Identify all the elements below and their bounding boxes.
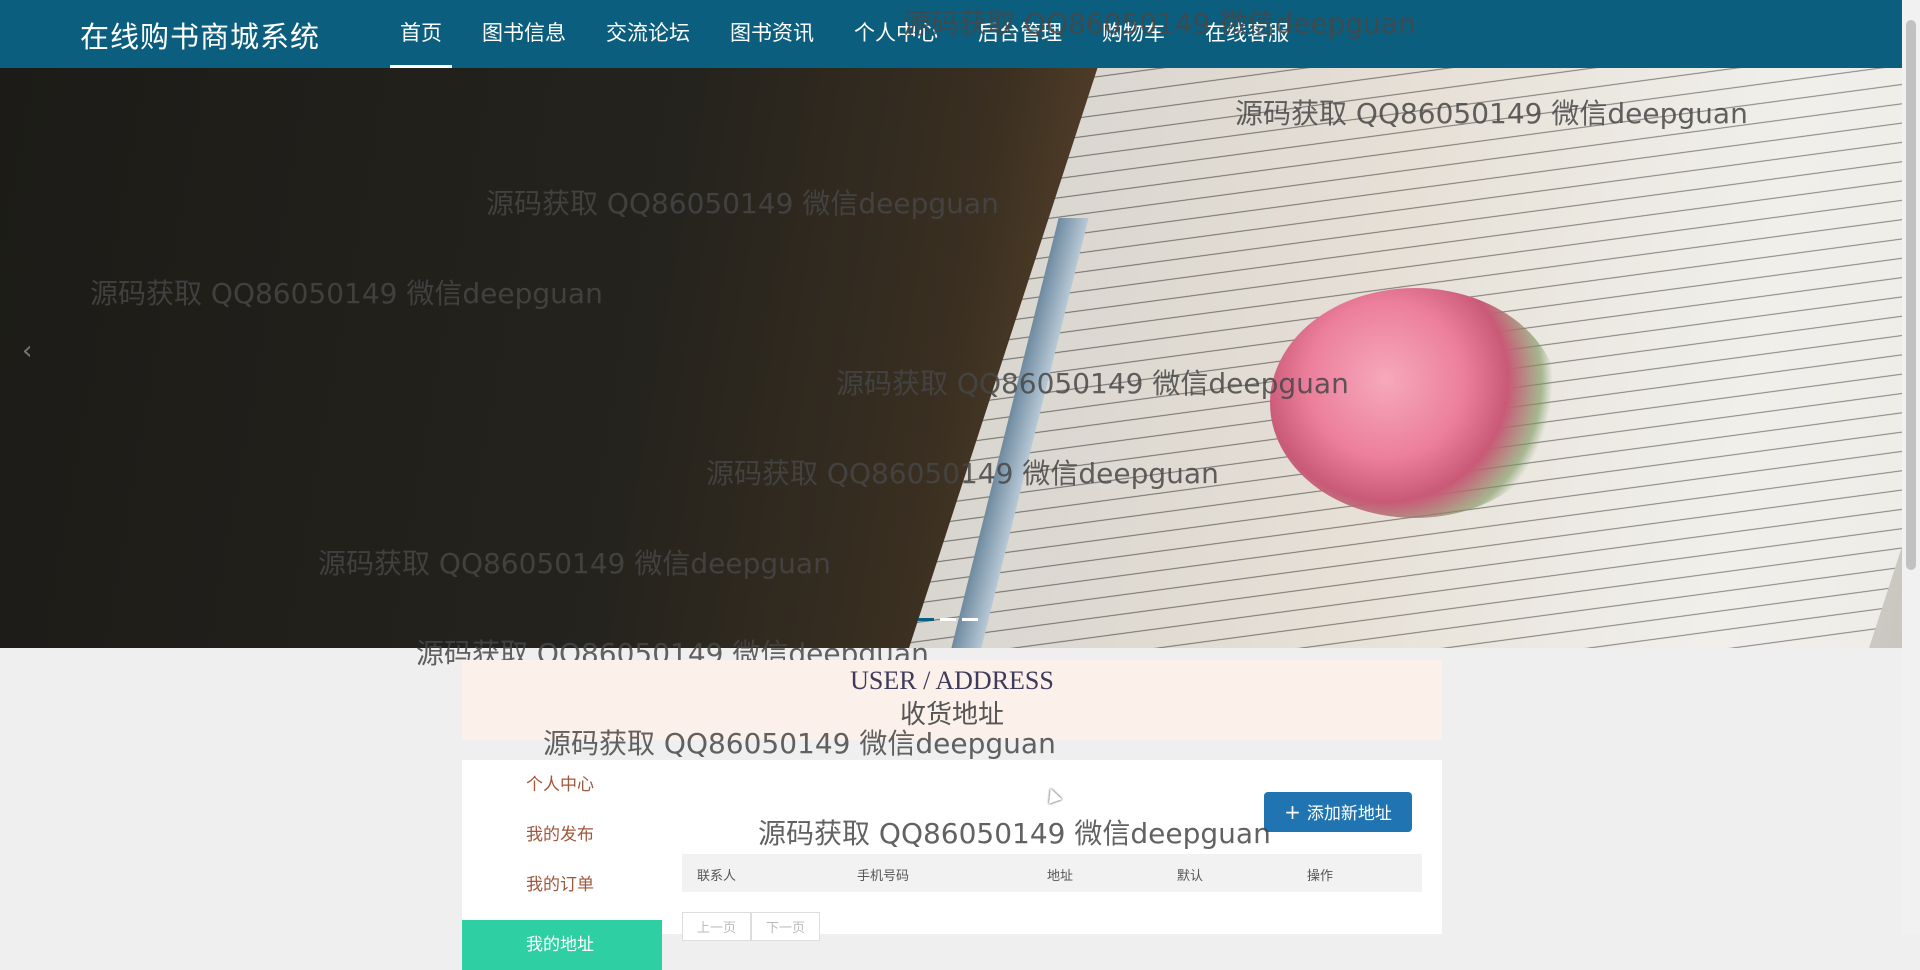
address-panel: 个人中心 我的发布 我的订单 我的地址 + 添加新地址 联系人 手机号码 地址 默…: [462, 760, 1442, 970]
nav-item-admin[interactable]: 后台管理: [968, 0, 1072, 68]
column-address: 地址: [1047, 869, 1074, 884]
page-title-en: USER / ADDRESS: [850, 666, 1054, 695]
next-page-button[interactable]: 下一页: [751, 912, 821, 941]
carousel-indicators: [918, 618, 978, 621]
nav-item-book-info[interactable]: 图书信息: [472, 0, 576, 68]
carousel-dot[interactable]: [918, 618, 934, 621]
site-brand[interactable]: 在线购书商城系统: [80, 14, 320, 56]
side-item-profile[interactable]: 个人中心: [462, 760, 662, 810]
side-menu: 个人中心 我的发布 我的订单 我的地址: [462, 760, 662, 970]
page-scrollbar[interactable]: [1902, 0, 1920, 934]
column-default: 默认: [1177, 869, 1204, 884]
carousel-dot[interactable]: [962, 618, 978, 621]
nav-menu: 首页 图书信息 交流论坛 图书资讯 个人中心 后台管理 购物车 在线客服: [390, 0, 1319, 68]
carousel-prev-icon[interactable]: ‹: [22, 336, 32, 366]
top-navbar: 在线购书商城系统 首页 图书信息 交流论坛 图书资讯 个人中心 后台管理 购物车…: [0, 0, 1902, 68]
prev-page-button[interactable]: 上一页: [682, 912, 752, 941]
nav-item-forum[interactable]: 交流论坛: [596, 0, 700, 68]
nav-item-profile[interactable]: 个人中心: [844, 0, 948, 68]
page-title-cn: 收货地址: [899, 700, 1004, 730]
banner-flowers-image: [1270, 288, 1560, 518]
address-table-header: 联系人 手机号码 地址 默认 操作: [682, 854, 1422, 892]
scrollbar-thumb[interactable]: [1906, 20, 1916, 570]
pagination: 上一页 下一页: [682, 912, 821, 941]
carousel-dot[interactable]: [940, 618, 956, 621]
side-item-my-orders[interactable]: 我的订单: [462, 860, 662, 910]
add-address-button[interactable]: + 添加新地址: [1264, 792, 1412, 832]
side-item-my-address[interactable]: 我的地址: [462, 920, 662, 970]
plus-icon: +: [1284, 800, 1301, 824]
column-actions: 操作: [1307, 869, 1334, 884]
page-title-box: USER / ADDRESS 收货地址: [462, 660, 1442, 740]
column-phone: 手机号码: [857, 869, 910, 884]
add-address-label: 添加新地址: [1306, 804, 1392, 824]
side-item-my-posts[interactable]: 我的发布: [462, 810, 662, 860]
banner-carousel: ‹: [0, 68, 1902, 648]
nav-item-cart[interactable]: 购物车: [1092, 0, 1175, 68]
nav-item-home[interactable]: 首页: [390, 0, 452, 68]
nav-item-book-news[interactable]: 图书资讯: [720, 0, 824, 68]
nav-item-support[interactable]: 在线客服: [1195, 0, 1299, 68]
column-contact: 联系人: [697, 869, 737, 884]
